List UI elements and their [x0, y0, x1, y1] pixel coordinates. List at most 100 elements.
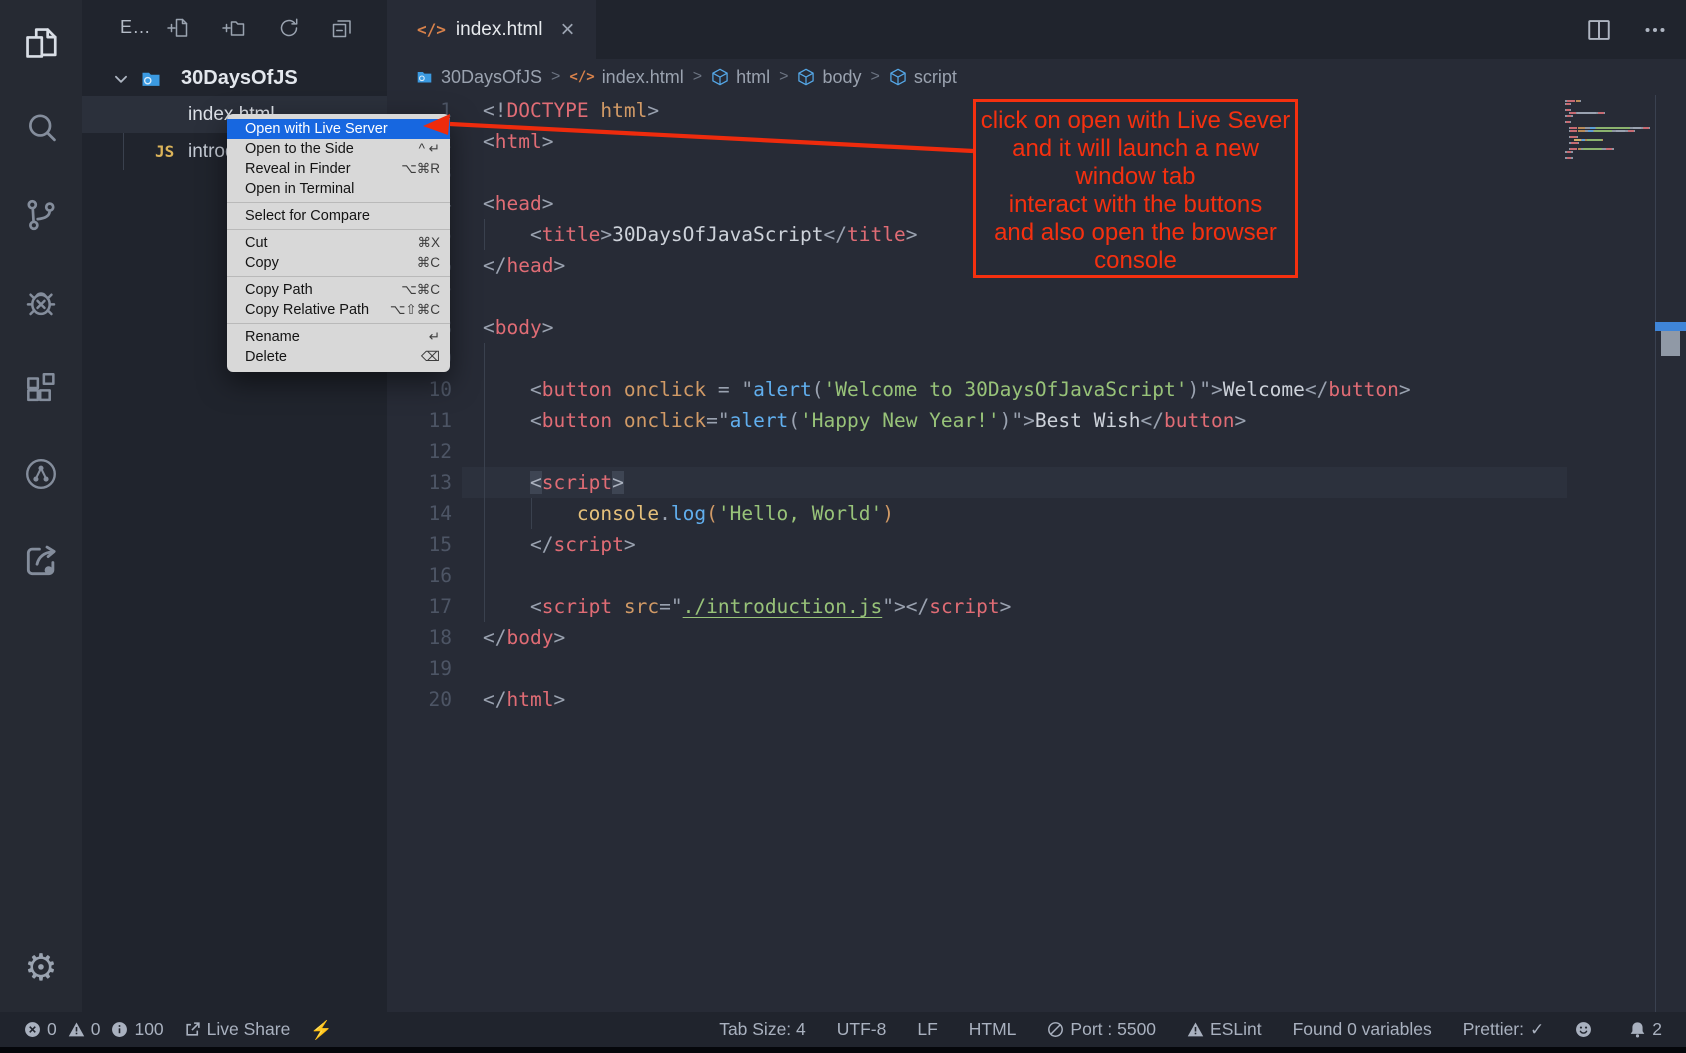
status-item-label: LF	[917, 1019, 937, 1040]
breadcrumb-item-html[interactable]: html	[711, 67, 770, 88]
share-icon[interactable]	[19, 539, 63, 583]
menu-item-open-with-live-server[interactable]: Open with Live Server	[227, 119, 450, 139]
breadcrumb-item-index.html[interactable]: </>index.html	[569, 67, 683, 88]
collapse-folders-icon[interactable]	[330, 16, 354, 40]
line-number: 16	[387, 564, 452, 587]
menu-item-label: Delete	[245, 349, 287, 365]
line-number: 13	[387, 471, 452, 494]
line-text: </head>	[483, 254, 565, 277]
menu-item-label: Reveal in Finder	[245, 161, 351, 177]
line-text: <title>30DaysOfJavaScript</title>	[483, 223, 917, 246]
split-editor-icon[interactable]	[1586, 17, 1612, 43]
menu-item-reveal-in-finder[interactable]: Reveal in Finder⌥⌘R	[227, 159, 450, 179]
code-line-11[interactable]: 11 <button onclick="alert('Happy New Yea…	[387, 405, 1686, 436]
more-actions-icon[interactable]	[1642, 17, 1668, 43]
menu-item-cut[interactable]: Cut⌘X	[227, 233, 450, 253]
menu-item-shortcut: ⌥⌘C	[401, 282, 440, 298]
breadcrumb-item-body[interactable]: body	[797, 67, 861, 88]
status-item-found-0-variables[interactable]: Found 0 variables	[1293, 1019, 1432, 1040]
info-icon	[111, 1021, 128, 1038]
close-tab-icon[interactable]: ×	[561, 18, 575, 42]
code-line-9[interactable]: 9	[387, 343, 1686, 374]
menu-item-open-to-the-side[interactable]: Open to the Side ^ ↵	[227, 139, 450, 159]
breadcrumb-item-script[interactable]: script	[889, 67, 957, 88]
code-line-7[interactable]: 7	[387, 281, 1686, 312]
minimap-line	[1565, 130, 1651, 132]
smiley-icon	[1575, 1021, 1592, 1038]
annotation-text-line: click on open with Live Sever	[976, 107, 1295, 135]
line-text: <button onclick = "alert('Welcome to 30D…	[483, 378, 1411, 401]
search-icon[interactable]	[19, 106, 63, 150]
new-folder-icon[interactable]	[222, 16, 246, 40]
source-control-icon[interactable]	[19, 193, 63, 237]
status-item-live-share[interactable]: Live Share	[184, 1019, 291, 1040]
code-line-19[interactable]: 19	[387, 653, 1686, 684]
menu-item-copy-relative-path[interactable]: Copy Relative Path⌥⇧⌘C	[227, 300, 450, 320]
menu-item-open-in-terminal[interactable]: Open in Terminal	[227, 179, 450, 199]
status-item-label: HTML	[969, 1019, 1017, 1040]
breadcrumb: 30DaysOfJS></>index.html>html>body>scrip…	[387, 59, 1686, 95]
line-text: <script src="./introduction.js"></script…	[483, 595, 1011, 618]
code-line-14[interactable]: 14 console.log('Hello, World')	[387, 498, 1686, 529]
code-line-16[interactable]: 16	[387, 560, 1686, 591]
minimap-line	[1565, 157, 1651, 159]
code-line-8[interactable]: 8<body>	[387, 312, 1686, 343]
code-line-12[interactable]: 12	[387, 436, 1686, 467]
breadcrumb-item-30DaysOfJS[interactable]: 30DaysOfJS	[415, 67, 542, 88]
minimap-line	[1565, 127, 1651, 129]
status-item-label: Live Share	[207, 1019, 291, 1040]
status-item-html[interactable]: HTML	[969, 1019, 1017, 1040]
status-item-port-5500[interactable]: Port : 5500	[1047, 1019, 1156, 1040]
refresh-explorer-icon[interactable]	[277, 16, 301, 40]
run-debug-icon[interactable]	[19, 280, 63, 324]
warning-icon	[1187, 1021, 1204, 1038]
line-text: <button onclick="alert('Happy New Year!'…	[483, 409, 1246, 432]
code-line-13[interactable]: 13 <script>	[387, 467, 1686, 498]
tree-root-folder[interactable]: 30DaysOfJS	[82, 60, 387, 97]
code-line-10[interactable]: 10 <button onclick = "alert('Welcome to …	[387, 374, 1686, 405]
tab-index-html[interactable]: </> index.html ×	[387, 0, 596, 59]
menu-item-label: Rename	[245, 329, 300, 345]
menu-item-copy[interactable]: Copy⌘C	[227, 253, 450, 273]
code-line-17[interactable]: 17 <script src="./introduction.js"></scr…	[387, 591, 1686, 622]
code-line-20[interactable]: 20</html>	[387, 684, 1686, 715]
menu-item-label: Open to the Side	[245, 141, 354, 157]
context-menu: Open with Live Server Open to the Side ^ ↵…	[227, 114, 450, 372]
code-line-18[interactable]: 18</body>	[387, 622, 1686, 653]
status-item-prettier-[interactable]: Prettier:✓	[1463, 1019, 1545, 1040]
code-line-15[interactable]: 15 </script>	[387, 529, 1686, 560]
line-text: <body>	[483, 316, 553, 339]
menu-item-shortcut: ^ ↵	[419, 141, 440, 157]
files-icon[interactable]	[19, 21, 63, 65]
status-item-smiley[interactable]	[1575, 1021, 1598, 1038]
status-item-eslint[interactable]: ESLint	[1187, 1019, 1262, 1040]
menu-item-copy-path[interactable]: Copy Path ⌥⌘C	[227, 280, 450, 300]
status-item-utf-8[interactable]: UTF-8	[837, 1019, 887, 1040]
status-item-2[interactable]: 2	[1629, 1019, 1662, 1040]
scrollbar-thumb[interactable]	[1661, 331, 1680, 356]
status-item-0[interactable]: 0	[68, 1019, 101, 1040]
line-text: </script>	[483, 533, 636, 556]
menu-item-select-for-compare[interactable]: Select for Compare	[227, 206, 450, 226]
minimap[interactable]	[1565, 100, 1651, 160]
overview-ruler-cursor	[1655, 322, 1686, 331]
status-item-tab-size-4[interactable]: Tab Size: 4	[719, 1019, 806, 1040]
status-item-0[interactable]: 0	[24, 1019, 57, 1040]
live-share-session-icon[interactable]	[19, 452, 63, 496]
status-item-lf[interactable]: LF	[917, 1019, 937, 1040]
menu-item-label: Copy Path	[245, 282, 313, 298]
status-item-bolt[interactable]: ⚡	[310, 1021, 338, 1039]
new-file-icon[interactable]	[167, 16, 191, 40]
breadcrumb-separator: >	[551, 68, 560, 86]
extensions-icon[interactable]	[19, 366, 63, 410]
status-item-100[interactable]: 100	[111, 1019, 163, 1040]
settings-gear-icon[interactable]: ⚙	[19, 945, 63, 989]
minimap-line	[1565, 148, 1651, 150]
menu-separator	[227, 202, 450, 203]
line-text: </body>	[483, 626, 565, 649]
annotation-text-line: console	[976, 247, 1295, 275]
menu-item-rename[interactable]: Rename↵	[227, 327, 450, 347]
line-text: <html>	[483, 130, 553, 153]
symbol-cube-icon	[889, 68, 907, 86]
menu-item-delete[interactable]: Delete⌫	[227, 347, 450, 367]
